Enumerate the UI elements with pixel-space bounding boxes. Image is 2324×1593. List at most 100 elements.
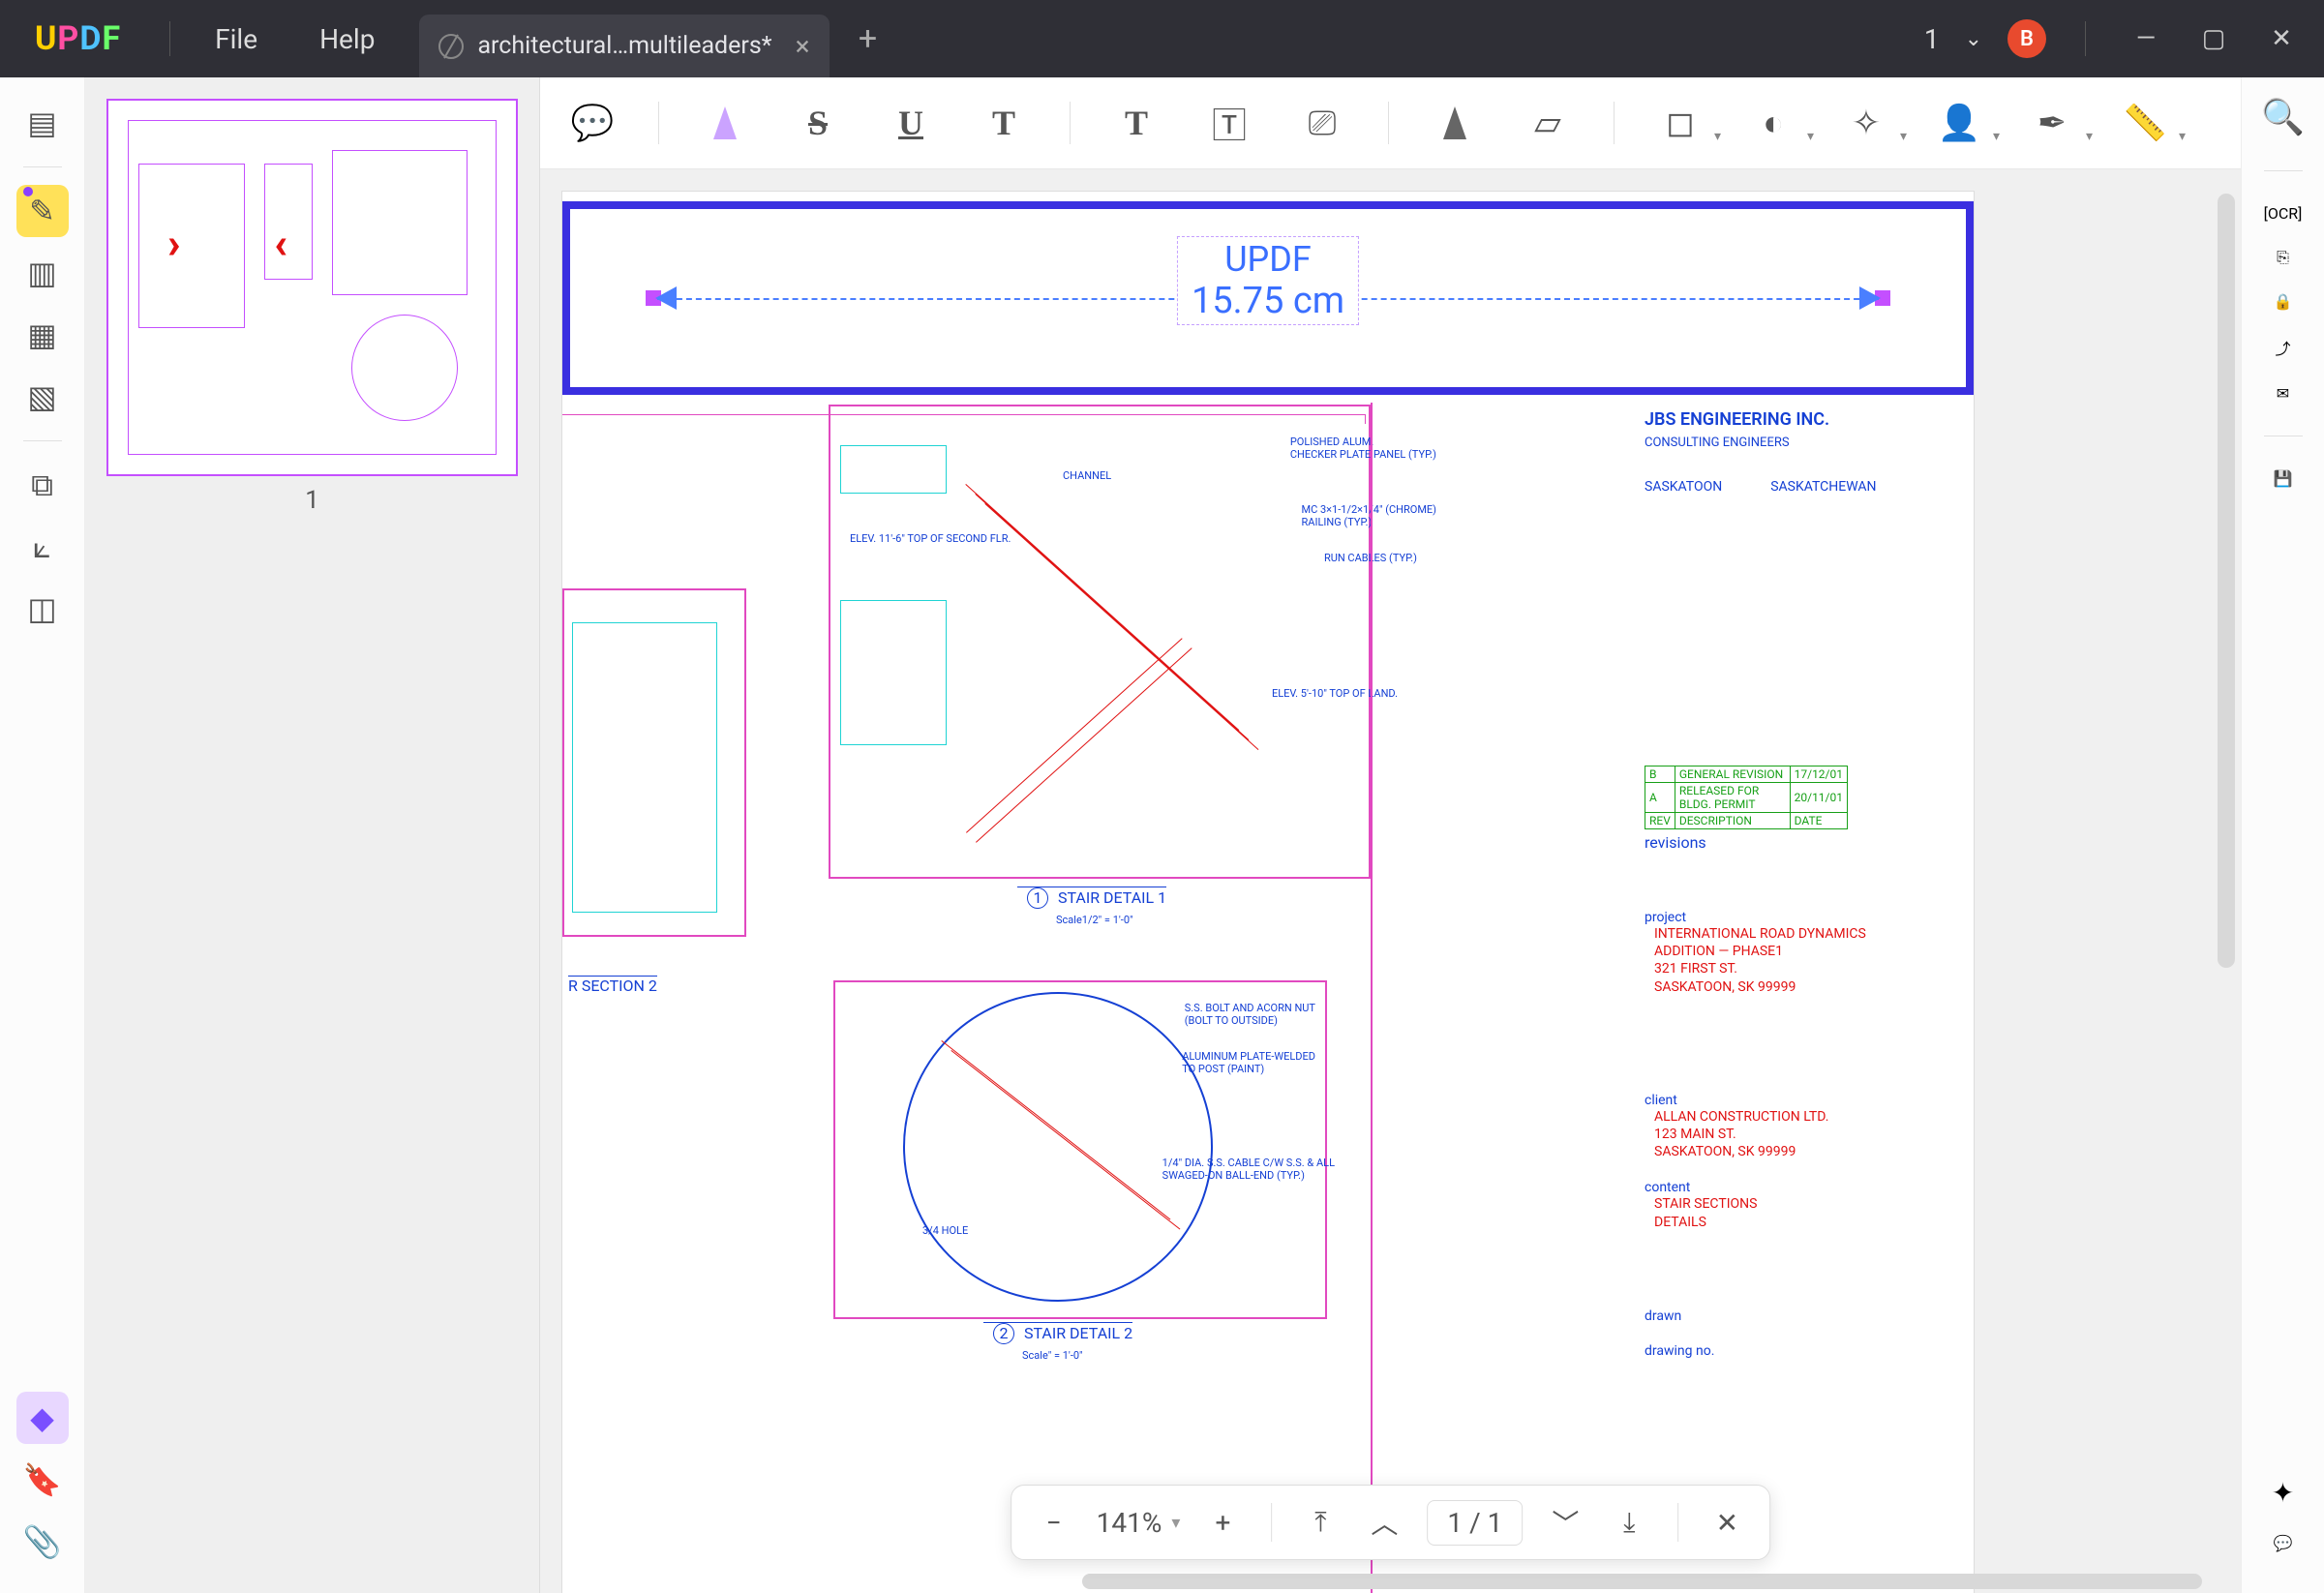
next-page-button[interactable]: ﹀ — [1544, 1501, 1586, 1544]
page-mode-button[interactable]: ▦ — [16, 309, 69, 361]
project-header: project — [1645, 910, 1945, 925]
share-button[interactable]: ⤴ — [2275, 336, 2290, 359]
detail2-title: STAIR DETAIL 2 — [1024, 1324, 1132, 1342]
measure-tool[interactable]: 📏▾ — [2118, 96, 2172, 150]
menu-file[interactable]: File — [184, 23, 288, 55]
comment-mode-button[interactable]: ✎ — [16, 185, 69, 237]
separator — [2085, 21, 2086, 56]
content-header: content — [1645, 1180, 1945, 1195]
chat-button[interactable]: 💬 — [2274, 1534, 2293, 1552]
detail1-scale: Scale1/2" = 1'-0" — [1056, 914, 1133, 926]
layers-button[interactable]: ◆ — [16, 1392, 69, 1444]
text-tool[interactable]: T — [1109, 96, 1163, 150]
last-page-button[interactable]: ⤓ — [1608, 1501, 1650, 1544]
main-row: ▤ ✎ ▥ ▦ ▧ ⧉ ⟀ ◫ ◆ 🔖 📎 › ‹ 1 — [0, 77, 2324, 1593]
detail-circle — [903, 992, 1213, 1302]
highlight-tool[interactable] — [698, 96, 752, 150]
shape-tool[interactable]: ◻▾ — [1653, 96, 1707, 150]
company-name: JBS ENGINEERING INC. — [1645, 409, 1945, 430]
detail1-title: STAIR DETAIL 1 — [1058, 888, 1166, 907]
bookmark-button[interactable]: 🔖 — [16, 1454, 69, 1506]
maximize-button[interactable]: ▢ — [2192, 17, 2235, 60]
callout-tool[interactable]: ⎚ — [1295, 96, 1349, 150]
tab-label: architectural…multileaders* — [477, 32, 771, 60]
close-window-button[interactable]: ✕ — [2260, 17, 2303, 60]
annotation-toolbar: 💬 S U T T 🅃 ⎚ ▱ ◻▾ ◐▾ ✧▾ 👤▾ ✒▾ 📏▾ — [540, 77, 2241, 169]
user-avatar[interactable]: B — [2007, 19, 2046, 58]
comment-tool[interactable]: 💬 — [565, 96, 619, 150]
thumbnail-page-number: 1 — [106, 486, 518, 515]
note: 1/4" DIA. S.S. CABLE C/W S.S. & ALL SWAG… — [1162, 1157, 1335, 1182]
tab-close-button[interactable]: × — [796, 30, 810, 62]
close-navbar-button[interactable]: ✕ — [1705, 1501, 1748, 1544]
app-logo: UPDF — [0, 19, 156, 58]
zoom-select[interactable]: 141% ▾ — [1097, 1507, 1181, 1539]
note: POLISHED ALUM. CHECKER PLATE PANEL (TYP.… — [1290, 436, 1436, 461]
company-subtitle: CONSULTING ENGINEERS — [1645, 436, 1945, 450]
save-button[interactable]: 💾 — [2274, 469, 2293, 488]
search-button[interactable]: 🔍 — [2261, 97, 2305, 137]
document-viewport[interactable]: UPDF 15.75 cm — [540, 169, 2202, 1593]
prev-page-button[interactable]: ︿ — [1363, 1501, 1405, 1544]
note: 3/4 HOLE — [922, 1224, 968, 1237]
redact-button[interactable]: ◫ — [16, 583, 69, 635]
separator — [169, 21, 170, 56]
revisions-header: revisions — [1645, 833, 1945, 852]
first-page-button[interactable]: ⤒ — [1299, 1501, 1342, 1544]
chevron-down-icon: ▾ — [1171, 1513, 1180, 1533]
page-thumbnail[interactable]: › ‹ — [106, 99, 518, 476]
drawing-no-header: drawing no. — [1645, 1343, 1945, 1359]
navigation-bar: − 141% ▾ + ⤒ ︿ 1 / 1 ﹀ ⤓ ✕ — [1011, 1485, 1771, 1560]
form-mode-button[interactable]: ▧ — [16, 371, 69, 423]
measurement-label[interactable]: UPDF 15.75 cm — [1177, 236, 1359, 325]
horizontal-scrollbar[interactable] — [1082, 1574, 2202, 1589]
zoom-in-button[interactable]: + — [1201, 1501, 1244, 1544]
detail2-scale: Scale" = 1'-0" — [1022, 1349, 1083, 1362]
left-sidebar: ▤ ✎ ▥ ▦ ▧ ⧉ ⟀ ◫ ◆ 🔖 📎 — [0, 77, 85, 1593]
eraser-tool[interactable]: ▱ — [1521, 96, 1575, 150]
minimize-button[interactable]: — — [2125, 17, 2167, 60]
ai-button[interactable]: ✦ — [2272, 1477, 2294, 1509]
thumb-arrow-icon: ‹ — [274, 218, 287, 268]
note: CHANNEL — [1063, 469, 1111, 482]
extract-button[interactable]: ⎘ — [2277, 248, 2289, 267]
signature-tool[interactable]: 👤▾ — [1932, 96, 1986, 150]
arrow-right-icon — [1859, 286, 1881, 310]
pin-tool[interactable]: ✧▾ — [1839, 96, 1893, 150]
attachment-button[interactable]: 📎 — [16, 1516, 69, 1568]
protect-button[interactable]: 🔒 — [2274, 292, 2293, 311]
ocr-button[interactable]: [OCR] — [2264, 204, 2303, 223]
drawn-header: drawn — [1645, 1308, 1945, 1324]
strikethrough-tool[interactable]: S — [791, 96, 845, 150]
new-tab-button[interactable]: + — [851, 21, 886, 56]
note: MC 3×1-1/2×1/4" (CHROME) RAILING (TYP.) — [1302, 503, 1437, 528]
page-indicator[interactable]: 1 / 1 — [1427, 1500, 1523, 1546]
email-button[interactable]: ✉ — [2277, 384, 2289, 403]
measurement-selection[interactable]: UPDF 15.75 cm — [562, 201, 1974, 395]
squiggly-tool[interactable]: T — [977, 96, 1031, 150]
pdf-page: UPDF 15.75 cm — [561, 191, 1975, 1593]
crop-button[interactable]: ⟀ — [16, 521, 69, 573]
section-label: R SECTION 2 — [568, 976, 657, 995]
client-header: client — [1645, 1093, 1945, 1108]
note: ELEV. 5'-10" TOP OF LAND. — [1272, 687, 1398, 700]
organize-button[interactable]: ⧉ — [16, 459, 69, 511]
textbox-tool[interactable]: 🅃 — [1202, 96, 1256, 150]
note: ALUMINUM PLATE-WELDED TO POST (PAINT) — [1182, 1050, 1315, 1075]
edit-mode-button[interactable]: ▥ — [16, 247, 69, 299]
elev-note: ELEV. 11'-6" TOP OF SECOND FLR. — [850, 532, 1011, 545]
document-tab[interactable]: architectural…multileaders* × — [419, 15, 829, 77]
thumb-arrow-icon: › — [167, 218, 180, 268]
underline-tool[interactable]: U — [884, 96, 938, 150]
window-dropdown-icon[interactable]: ⌄ — [1965, 27, 1982, 51]
menu-help[interactable]: Help — [288, 23, 406, 55]
stamp-tool[interactable]: ◐▾ — [1746, 96, 1800, 150]
zoom-out-button[interactable]: − — [1033, 1501, 1075, 1544]
vertical-scrollbar[interactable] — [2218, 194, 2235, 968]
titleblock: JBS ENGINEERING INC. CONSULTING ENGINEER… — [1645, 409, 1945, 1359]
ink-tool[interactable]: ✒▾ — [2025, 96, 2079, 150]
titlebar: UPDF File Help architectural…multileader… — [0, 0, 2324, 77]
pencil-tool[interactable] — [1428, 96, 1482, 150]
canvas-area: 💬 S U T T 🅃 ⎚ ▱ ◻▾ ◐▾ ✧▾ 👤▾ ✒▾ 📏▾ — [540, 77, 2241, 1593]
reader-mode-button[interactable]: ▤ — [16, 97, 69, 149]
